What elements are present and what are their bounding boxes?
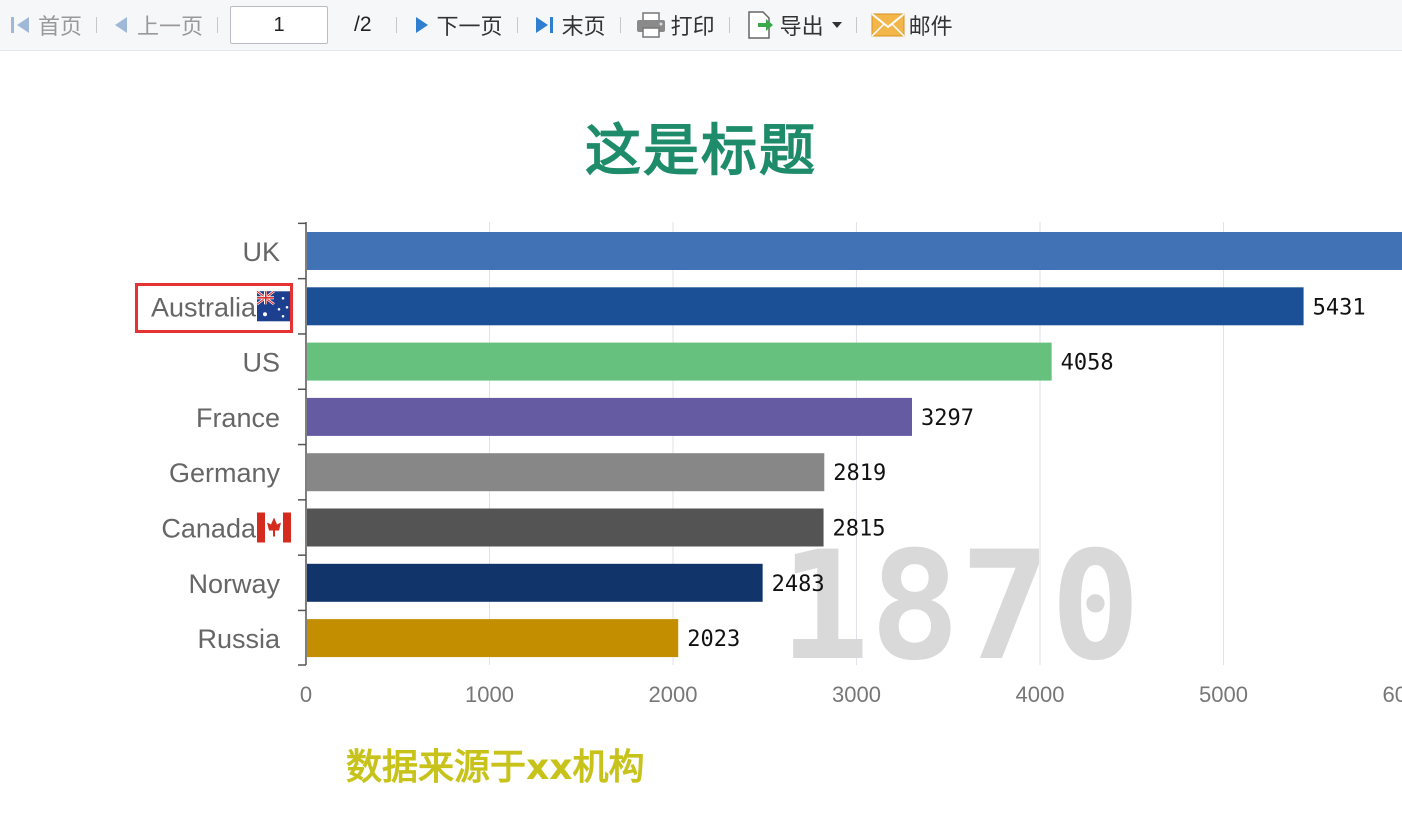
x-tick-label: 3000 [832,682,881,707]
bar-chart: 18706046UK5431Australia4058US3297France2… [151,222,1402,707]
category-label: UK [242,237,280,267]
x-tick-label: 0 [300,682,312,707]
bar [307,453,825,492]
bar [307,397,912,436]
bar [307,508,824,547]
data-label: 2815 [833,517,886,542]
data-label: 2819 [833,461,886,486]
bar [307,563,763,602]
category-label: US [242,348,280,378]
data-label: 2023 [687,627,740,652]
category-label: Russia [197,624,281,654]
x-tick-label: 4000 [1016,682,1065,707]
category-label: Germany [169,458,281,488]
data-label: 2483 [772,572,825,597]
bar [307,232,1402,270]
category-label: Canada [161,514,257,544]
bar [307,287,1304,326]
bar [307,342,1052,381]
data-source-note: 数据来源于xx机构 [346,747,645,788]
data-label: 4058 [1061,351,1114,376]
x-tick-label: 5000 [1199,682,1248,707]
x-tick-label: 1000 [465,682,514,707]
category-label: Norway [188,569,280,599]
data-label: 5431 [1313,295,1366,320]
data-label: 3297 [921,406,974,431]
canada-flag-icon [257,512,291,543]
x-tick-label: 2000 [649,682,698,707]
x-tick-label: 6000 [1383,682,1402,707]
year-watermark: 1870 [779,520,1140,694]
category-label: France [196,403,280,433]
bar [307,619,679,658]
highlight-box [135,283,293,333]
